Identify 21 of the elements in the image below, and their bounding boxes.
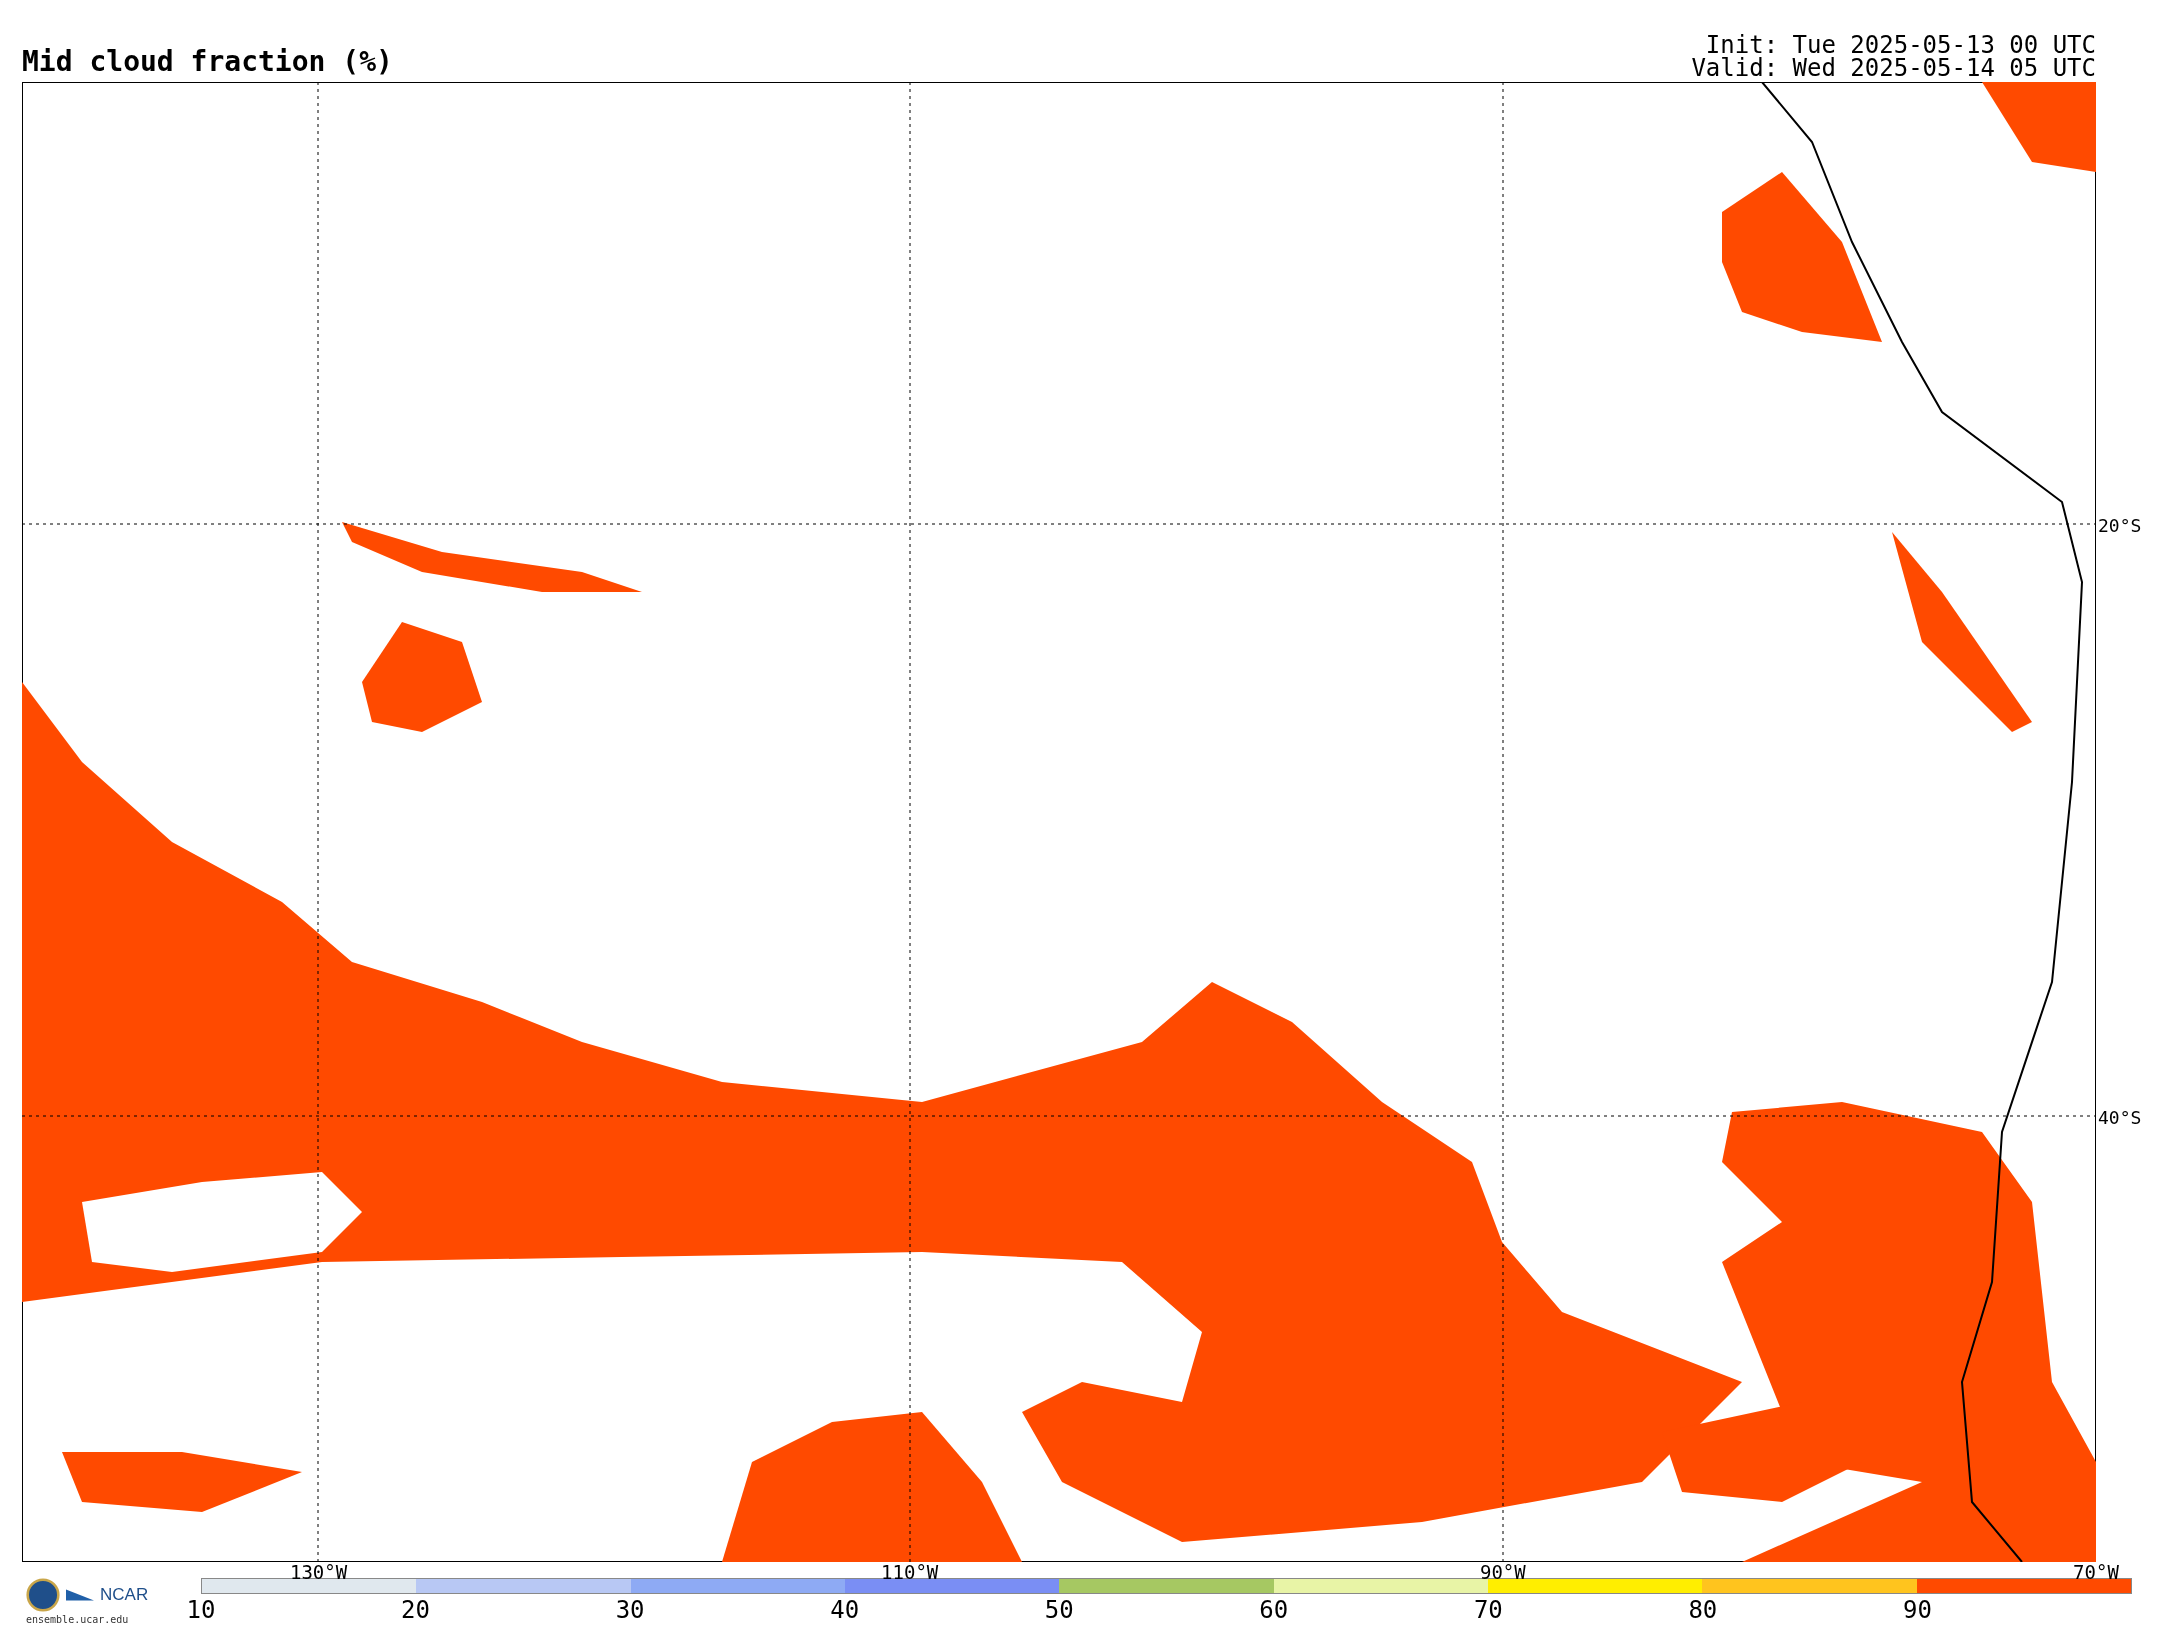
colorbar-tick-label: 40 — [830, 1596, 860, 1624]
colorbar-tick-label: 10 — [186, 1596, 216, 1624]
map-title: Mid cloud fraction (%) — [22, 45, 393, 80]
longitude-label: 110°W — [881, 1562, 939, 1582]
site-url: ensemble.ucar.edu — [26, 1614, 130, 1625]
colorbar-tick-label: 90 — [1903, 1596, 1932, 1624]
seal-icon — [26, 1578, 60, 1612]
latitude-label: 20°S — [2098, 514, 2142, 535]
colorbar-tick-label: 80 — [1688, 1596, 1718, 1624]
longitude-label: 130°W — [290, 1562, 348, 1582]
colorbar-tick-label: 30 — [615, 1596, 645, 1624]
longitude-label: 90°W — [1479, 1562, 1526, 1582]
colorbar-tick-label: 60 — [1259, 1596, 1289, 1624]
org-name: NCAR — [100, 1585, 149, 1605]
longitude-label: 70°W — [2073, 1562, 2119, 1582]
init-time: Init: Tue 2025-05-13 00 UTC — [1705, 34, 2096, 57]
valid-time: Valid: Wed 2025-05-14 05 UTC — [1691, 57, 2096, 80]
latitude-label: 40°S — [2098, 1106, 2142, 1127]
colorbar-tick-label: 50 — [1044, 1596, 1074, 1624]
colorbar-tick-label: 70 — [1473, 1596, 1503, 1624]
colorbar-tick-label: 20 — [401, 1596, 430, 1624]
